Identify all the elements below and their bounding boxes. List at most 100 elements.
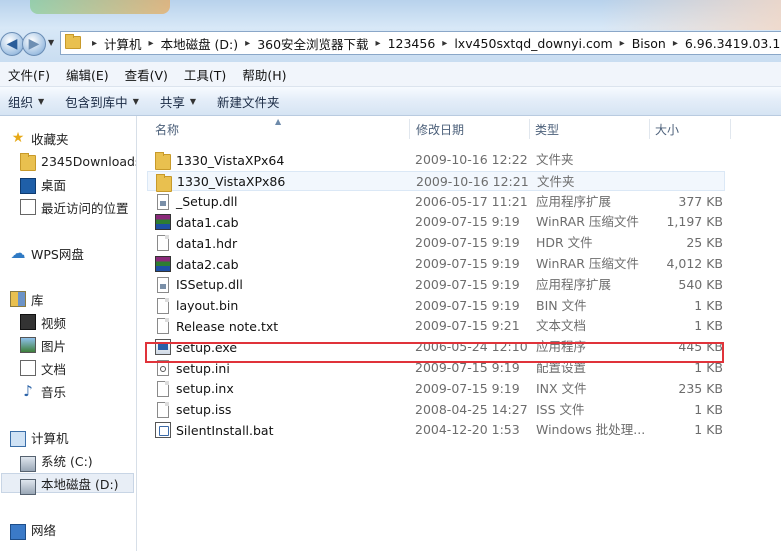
file-name-cell: ISSetup.dll [155,275,243,295]
table-row[interactable]: data1.hdr 2009-07-15 9:19 HDR 文件 25 KB [147,233,725,253]
dll-icon [157,193,169,210]
nav-drive-c[interactable]: 系统 (C:) [20,450,93,472]
table-row[interactable]: setup.iss 2008-04-25 14:27 ISS 文件 1 KB [147,400,725,420]
file-name: data1.hdr [176,235,238,251]
nav-label: 库 [31,292,44,308]
column-divider[interactable] [529,119,530,139]
nav-label: 网络 [31,522,57,538]
winrar-icon [155,214,171,231]
folder-icon [20,153,36,171]
include-library-label: 包含到库中 [65,94,128,110]
breadcrumb-separator[interactable]: ▸ [87,38,102,49]
breadcrumb-separator[interactable]: ▸ [437,38,452,49]
column-header-type[interactable]: 类型 [535,116,650,142]
table-row[interactable]: 1330_VistaXPx64 2009-10-16 12:22 文件夹 [147,150,725,170]
file-name: data1.cab [176,214,239,230]
breadcrumb-separator[interactable]: ▸ [144,38,159,49]
nav-label: 2345Downloads [41,153,137,169]
column-header-date[interactable]: 修改日期 [416,116,526,142]
breadcrumb-123456[interactable]: 123456 [386,36,438,51]
arrow-right-icon: ▶ [28,36,40,52]
recent-pages-dropdown[interactable]: ▼ [48,38,58,50]
document-icon [157,401,169,418]
nav-computer[interactable]: 计算机 [10,427,69,447]
column-label: 名称 [155,122,180,137]
table-row[interactable]: Release note.txt 2009-07-15 9:21 文本文档 1 KB [147,316,725,336]
nav-videos[interactable]: 视频 [20,312,66,332]
menu-help[interactable]: 帮助(H) [234,65,294,84]
file-size: 4,012 KB [666,256,723,271]
new-folder-button[interactable]: 新建文件夹 [209,92,293,111]
breadcrumb-downyi-folder[interactable]: lxv450sxtqd_downyi.com [452,36,614,51]
share-button[interactable]: 共享 ▼ [152,92,209,111]
breadcrumb-separator[interactable]: ▸ [240,38,255,49]
back-button[interactable]: ◀ [0,32,24,56]
nav-documents[interactable]: 文档 [20,358,66,378]
column-divider[interactable] [730,119,731,139]
nav-network[interactable]: 网络 [10,519,57,540]
breadcrumb: ▸ 计算机 ▸ 本地磁盘 (D:) ▸ 360安全浏览器下载 ▸ 123456 … [87,32,781,54]
file-name: 1330_VistaXPx86 [177,174,286,190]
table-row[interactable]: setup.inx 2009-07-15 9:19 INX 文件 235 KB [147,379,725,399]
file-date: 2009-07-15 9:19 [415,276,520,292]
include-in-library-button[interactable]: 包含到库中 ▼ [57,92,152,111]
banner-decoration [30,0,170,14]
breadcrumb-drive-d[interactable]: 本地磁盘 (D:) [159,34,241,53]
nav-wps-cloud[interactable]: ☁ WPS网盘 [10,243,84,263]
nav-2345downloads[interactable]: 2345Downloads [20,151,137,171]
file-date: 2004-12-20 1:53 [415,422,520,438]
file-name-cell: setup.inx [155,379,234,399]
nav-music[interactable]: ♪ 音乐 [20,381,66,401]
nav-label: WPS网盘 [31,246,84,262]
file-name-cell: 1330_VistaXPx86 [156,172,285,192]
column-divider[interactable] [649,119,650,139]
breadcrumb-360-downloads[interactable]: 360安全浏览器下载 [255,34,370,53]
nav-drive-d[interactable]: 本地磁盘 (D:) [20,473,119,495]
file-size: 1 KB [694,297,723,313]
document-icon [157,297,169,314]
menu-tools[interactable]: 工具(T) [176,65,234,84]
breadcrumb-separator[interactable]: ▸ [668,38,683,49]
table-row[interactable]: 1330_VistaXPx86 2009-10-16 12:21 文件夹 [147,170,725,192]
table-row[interactable]: ISSetup.dll 2009-07-15 9:19 应用程序扩展 540 KB [147,275,725,295]
table-row[interactable]: _Setup.dll 2006-05-17 11:21 应用程序扩展 377 KB [147,192,725,212]
nav-recent-places[interactable]: 最近访问的位置 [20,197,129,217]
forward-button[interactable]: ▶ [22,32,46,56]
breadcrumb-separator[interactable]: ▸ [615,38,630,49]
column-header-size[interactable]: 大小 [655,116,725,142]
file-name-cell: layout.bin [155,296,238,316]
file-size: 540 KB [678,276,723,292]
file-date: 2009-07-15 9:19 [415,380,520,396]
breadcrumb-bison[interactable]: Bison [630,36,668,51]
column-headers: 名称 ▲ 修改日期 类型 大小 [137,116,781,142]
column-divider[interactable] [409,119,410,139]
new-folder-label: 新建文件夹 [217,94,280,110]
file-name: Release note.txt [176,318,279,334]
table-row[interactable]: data2.cab 2009-07-15 9:19 WinRAR 压缩文件 4,012… [147,254,725,274]
menu-file[interactable]: 文件(F) [0,65,58,84]
organize-label: 组织 [8,94,34,110]
organize-button[interactable]: 组织 ▼ [0,92,57,111]
file-date: 2009-07-15 9:19 [415,214,520,230]
nav-pictures[interactable]: 图片 [20,335,66,355]
nav-desktop[interactable]: 桌面 [20,174,66,194]
menu-edit[interactable]: 编辑(E) [58,65,117,84]
table-row[interactable]: layout.bin 2009-07-15 9:19 BIN 文件 1 KB [147,296,725,316]
file-size: 1 KB [694,401,723,417]
documents-icon [20,360,36,376]
file-type: 应用程序扩展 [536,193,612,209]
table-row[interactable]: SilentInstall.bat 2004-12-20 1:53 Windows … [147,420,725,440]
music-icon: ♪ [23,382,33,400]
nav-libraries[interactable]: 库 [10,289,44,309]
table-row[interactable]: data1.cab 2009-07-15 9:19 WinRAR 压缩文件 1,197… [147,212,725,232]
library-icon [10,291,26,307]
breadcrumb-separator[interactable]: ▸ [371,38,386,49]
navigation-pane: ★ 收藏夹 2345Downloads 桌面 最近访问的位置 ☁ WPS网盘 库… [0,116,137,551]
address-bar[interactable]: ▸ 计算机 ▸ 本地磁盘 (D:) ▸ 360安全浏览器下载 ▸ 123456 … [60,31,781,55]
file-type: WinRAR 压缩文件 [536,256,639,271]
menu-view[interactable]: 查看(V) [117,65,176,84]
breadcrumb-version-folder[interactable]: 6.96.3419.03.1 [683,36,781,51]
folder-icon [156,173,172,192]
nav-favorites[interactable]: ★ 收藏夹 [10,128,69,148]
breadcrumb-computer[interactable]: 计算机 [102,34,144,53]
